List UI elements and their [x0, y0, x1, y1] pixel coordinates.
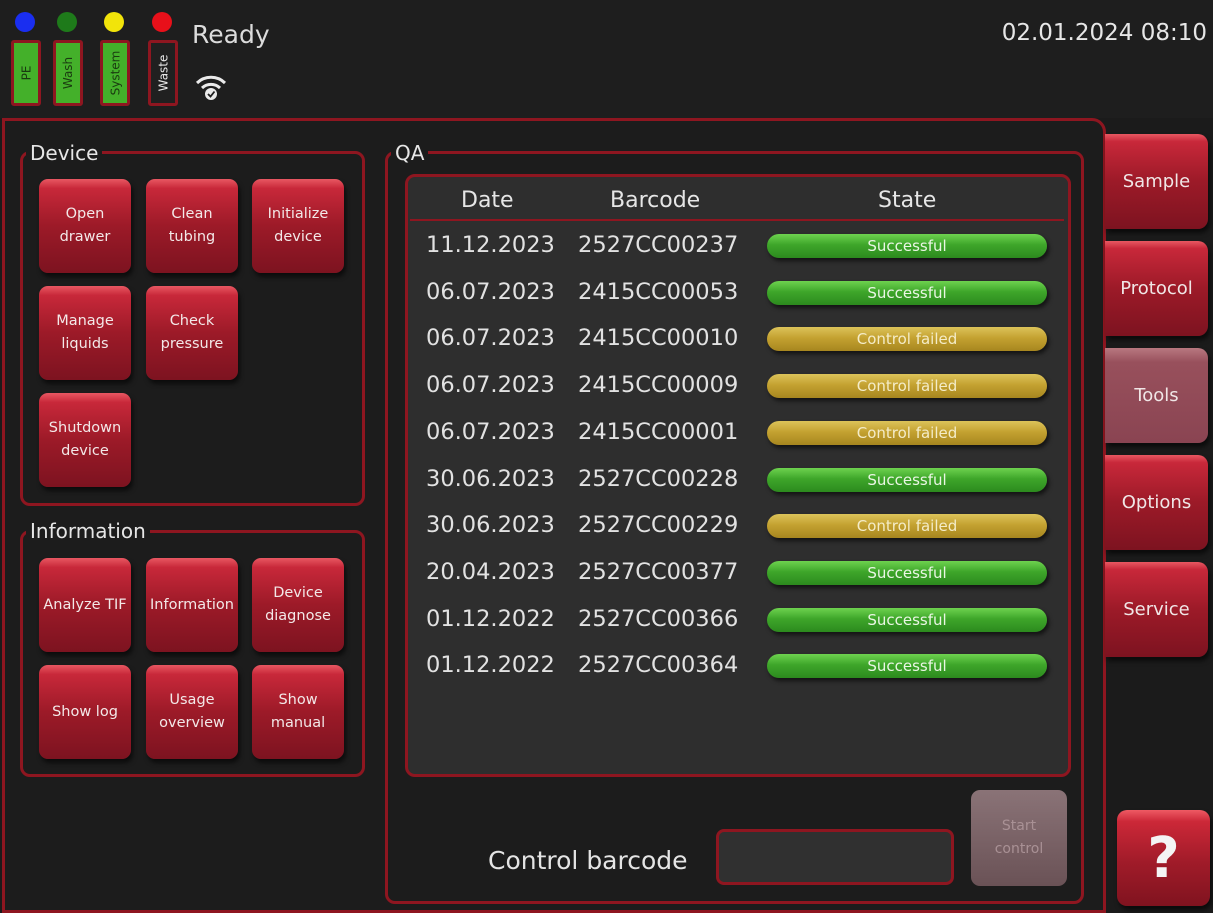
waste-tank-label: Waste [156, 54, 171, 92]
qa-row-state-badge: Successful [767, 560, 1047, 585]
qa-row-state-badge: Control failed [767, 374, 1047, 399]
device-diagnose-button[interactable]: Device diagnose [252, 558, 344, 652]
start-control-button[interactable]: Start control [971, 790, 1067, 886]
show-log-button[interactable]: Show log [39, 665, 131, 759]
qa-row-state-badge: Control failed [767, 514, 1047, 539]
tab-service[interactable]: Service [1105, 562, 1208, 657]
analyze-tif-button[interactable]: Analyze TIF [39, 558, 131, 652]
qa-row-barcode: 2527CC00364 [578, 652, 739, 679]
qa-row-date: 30.06.2023 [426, 465, 555, 492]
qa-row-date: 11.12.2023 [426, 232, 555, 258]
qa-row-barcode: 2415CC00010 [578, 325, 739, 352]
qa-row-barcode: 2415CC00009 [578, 372, 739, 399]
qa-row-barcode: 2527CC00229 [578, 512, 739, 539]
qa-row-barcode: 2415CC00001 [578, 418, 739, 445]
qa-row-date: 06.07.2023 [426, 278, 555, 305]
qa-row-state-badge: Successful [767, 654, 1047, 679]
qa-row-barcode: 2527CC00366 [578, 605, 739, 632]
qa-row-barcode: 2527CC00237 [578, 232, 739, 258]
pe-tank[interactable]: PE [11, 40, 41, 106]
wifi-connected-icon [195, 75, 227, 100]
initialize-device-button[interactable]: Initialize device [252, 179, 344, 273]
table-header-divider [410, 219, 1064, 221]
qa-row-date: 20.04.2023 [426, 558, 555, 585]
tab-sample[interactable]: Sample [1105, 134, 1208, 229]
qa-row-state-badge: Control failed [767, 420, 1047, 445]
show-manual-button[interactable]: Show manual [252, 665, 344, 759]
information-button[interactable]: Information [146, 558, 238, 652]
wash-tank[interactable]: Wash [53, 40, 83, 106]
tab-tools[interactable]: Tools [1105, 348, 1208, 443]
qa-row-state-badge: Successful [767, 607, 1047, 632]
qa-group-title: QA [391, 142, 429, 164]
pe-indicator-light [15, 12, 35, 32]
qa-row-date: 06.07.2023 [426, 418, 555, 445]
help-button[interactable]: ? [1117, 810, 1210, 906]
qa-row-state-badge: Control failed [767, 327, 1047, 352]
qa-row-barcode: 2527CC00377 [578, 558, 739, 585]
tab-options[interactable]: Options [1105, 455, 1208, 550]
status-bar: PE Wash System Waste Ready 02.01.2024 08… [0, 0, 1213, 118]
qa-row-date: 01.12.2022 [426, 652, 555, 679]
column-header-state: State [878, 188, 937, 213]
qa-row-date: 06.07.2023 [426, 325, 555, 352]
qa-row-state-badge: Successful [767, 280, 1047, 305]
qa-row-state-badge: Successful [767, 234, 1047, 258]
check-pressure-button[interactable]: Check pressure [146, 286, 238, 380]
device-group-title: Device [26, 142, 103, 164]
open-drawer-button[interactable]: Open drawer [39, 179, 131, 273]
pe-tank-label: PE [18, 65, 33, 81]
column-header-date: Date [461, 188, 514, 213]
shutdown-device-button[interactable]: Shutdown device [39, 393, 131, 487]
usage-overview-button[interactable]: Usage overview [146, 665, 238, 759]
tab-protocol[interactable]: Protocol [1105, 241, 1208, 336]
qa-row-date: 06.07.2023 [426, 372, 555, 399]
control-barcode-input[interactable] [716, 829, 954, 885]
control-barcode-label: Control barcode [488, 846, 688, 875]
information-group-title: Information [26, 520, 150, 542]
wash-tank-label: Wash [61, 56, 75, 90]
qa-row-date: 01.12.2022 [426, 605, 555, 632]
qa-row-date: 30.06.2023 [426, 512, 555, 539]
waste-indicator-light [152, 12, 172, 32]
waste-tank[interactable]: Waste [148, 40, 178, 106]
date-time: 02.01.2024 08:10 [1001, 20, 1207, 46]
qa-row-barcode: 2527CC00228 [578, 465, 739, 492]
qa-row-state-badge: Successful [767, 467, 1047, 492]
manage-liquids-button[interactable]: Manage liquids [39, 286, 131, 380]
device-status: Ready [192, 20, 270, 49]
column-header-barcode: Barcode [610, 188, 701, 213]
clean-tubing-button[interactable]: Clean tubing [146, 179, 238, 273]
system-tank-label: System [108, 50, 122, 96]
qa-row-barcode: 2415CC00053 [578, 278, 739, 305]
system-indicator-light [104, 12, 124, 32]
system-tank[interactable]: System [100, 40, 130, 106]
wash-indicator-light [57, 12, 77, 32]
